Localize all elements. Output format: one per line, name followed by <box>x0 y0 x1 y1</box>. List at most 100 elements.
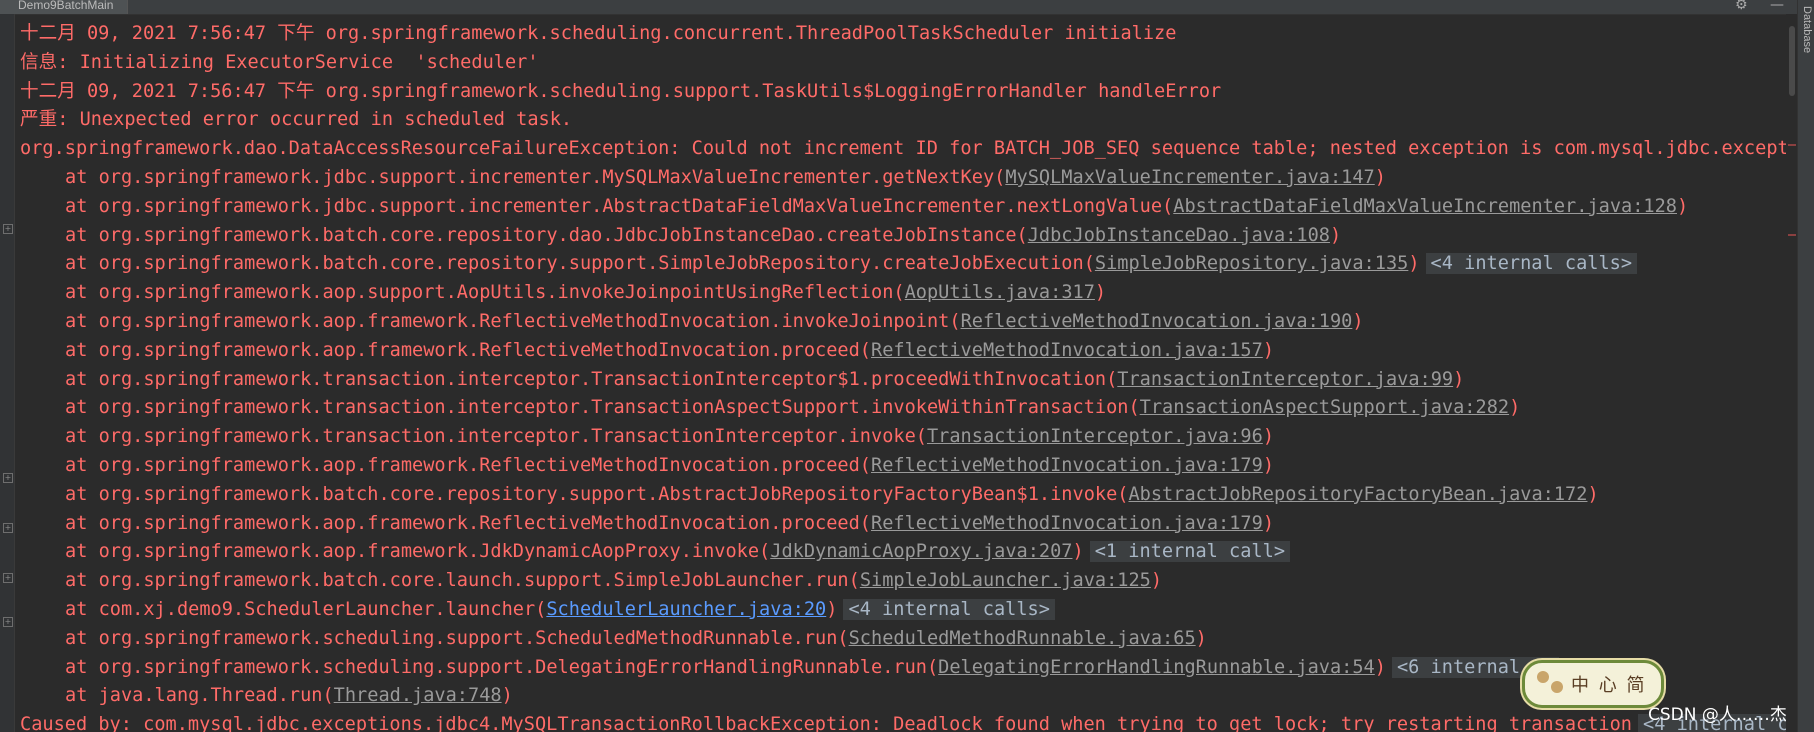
frame-suffix: ) <box>1453 368 1465 390</box>
frame-suffix: ) <box>1262 512 1275 534</box>
source-file-link[interactable]: AopUtils.java:317 <box>905 282 1095 303</box>
source-file-link[interactable]: TransactionAspectSupport.java:282 <box>1140 397 1509 418</box>
toolbar-icons: ⚙ — <box>1717 0 1784 13</box>
stack-frame-line: at org.springframework.aop.framework.Ref… <box>20 510 1798 539</box>
source-file-link[interactable]: JdkDynamicAopProxy.java:207 <box>770 541 1072 562</box>
frame-method: at org.springframework.transaction.inter… <box>65 397 1140 419</box>
error-stripe-marker[interactable] <box>1788 234 1796 236</box>
sticker-dot <box>1537 671 1549 683</box>
stack-frame-line: at org.springframework.aop.framework.Ref… <box>20 337 1798 366</box>
frame-suffix: ) <box>1408 253 1420 275</box>
frame-method: at com.xj.demo9.SchedulerLauncher.launch… <box>65 598 547 620</box>
frame-suffix: ) <box>1150 570 1163 592</box>
source-file-link[interactable]: ReflectiveMethodInvocation.java:179 <box>871 455 1263 476</box>
frame-suffix: ) <box>1509 397 1521 419</box>
internal-calls-fold[interactable]: <1 internal call> <box>1089 541 1291 563</box>
frame-method: at org.springframework.aop.framework.Ref… <box>65 512 871 534</box>
frame-suffix: ) <box>826 598 838 620</box>
frame-suffix: ) <box>1352 310 1364 332</box>
frame-suffix: ) <box>1262 339 1275 361</box>
source-file-link[interactable]: TransactionInterceptor.java:99 <box>1117 369 1453 390</box>
internal-calls-fold[interactable]: <4 internal calls> <box>1425 253 1638 275</box>
scrollbar-thumb[interactable] <box>1789 26 1795 96</box>
stack-frame-line: at org.springframework.batch.core.reposi… <box>20 481 1798 510</box>
stack-frame-line: at org.springframework.aop.support.AopUt… <box>20 279 1798 308</box>
frame-suffix: ) <box>1374 656 1386 678</box>
log-text: 十二月 09, 2021 7:56:47 下午 org.springframew… <box>20 80 1222 102</box>
log-text: 严重: Unexpected error occurred in schedul… <box>20 109 573 131</box>
stack-frame-line: at org.springframework.scheduling.suppor… <box>20 625 1798 654</box>
frame-suffix: ) <box>501 685 513 707</box>
frame-method: at org.springframework.batch.core.reposi… <box>65 224 1028 246</box>
source-file-link[interactable]: ReflectiveMethodInvocation.java:157 <box>871 340 1263 361</box>
stack-frame-line: at org.springframework.jdbc.support.incr… <box>20 164 1798 193</box>
frame-method: at org.springframework.batch.core.launch… <box>65 570 860 592</box>
log-line: 严重: Unexpected error occurred in schedul… <box>20 106 1798 135</box>
source-file-link[interactable]: MySQLMaxValueIncrementer.java:147 <box>1005 167 1374 188</box>
source-file-link[interactable]: Thread.java:748 <box>334 685 502 706</box>
frame-method: at org.springframework.transaction.inter… <box>65 426 927 448</box>
database-side-panel[interactable]: Database <box>1797 0 1814 732</box>
frame-suffix: ) <box>1072 541 1084 563</box>
log-line: 信息: Initializing ExecutorService 'schedu… <box>20 49 1798 78</box>
stack-frame-line: at com.xj.demo9.SchedulerLauncher.launch… <box>20 596 1798 625</box>
frame-method: at org.springframework.aop.support.AopUt… <box>65 282 905 304</box>
stack-frame-line: at org.springframework.transaction.inter… <box>20 394 1798 423</box>
stack-frame-line: at org.springframework.batch.core.reposi… <box>20 250 1798 279</box>
sticker-dot <box>1551 681 1563 693</box>
frame-suffix: ) <box>1195 627 1207 649</box>
error-stripe-marker[interactable] <box>1788 144 1796 146</box>
source-file-link[interactable]: DelegatingErrorHandlingRunnable.java:54 <box>938 657 1375 678</box>
frame-method: at org.springframework.jdbc.support.incr… <box>65 195 1174 217</box>
log-line: 十二月 09, 2021 7:56:47 下午 org.springframew… <box>20 78 1798 107</box>
run-tab[interactable]: Demo9BatchMain <box>0 0 129 14</box>
source-file-link[interactable]: AbstractJobRepositoryFactoryBean.java:17… <box>1128 484 1587 505</box>
source-file-link[interactable]: ScheduledMethodRunnable.java:65 <box>849 628 1196 649</box>
fold-expand-icon[interactable]: + <box>3 573 13 583</box>
stack-frame-line: at org.springframework.transaction.inter… <box>20 423 1798 452</box>
source-file-link[interactable]: SchedulerLauncher.java:20 <box>546 599 826 620</box>
fold-expand-icon[interactable]: + <box>3 473 13 483</box>
frame-method: at org.springframework.transaction.inter… <box>65 368 1118 390</box>
fold-expand-icon[interactable]: + <box>3 617 13 627</box>
frame-method: at org.springframework.aop.framework.Ref… <box>65 339 871 361</box>
log-text: 信息: Initializing ExecutorService 'schedu… <box>20 51 539 73</box>
frame-suffix: ) <box>1262 426 1275 448</box>
frame-method: at java.lang.Thread.run( <box>65 685 334 707</box>
log-line: 十二月 09, 2021 7:56:47 下午 org.springframew… <box>20 20 1798 49</box>
frame-suffix: ) <box>1094 282 1107 304</box>
frame-suffix: ) <box>1329 224 1342 246</box>
sticker-text: 中 心 简 <box>1571 675 1647 696</box>
gear-icon[interactable]: ⚙ <box>1735 0 1748 13</box>
frame-suffix: ) <box>1374 166 1386 188</box>
stack-frame-line: at org.springframework.jdbc.support.incr… <box>20 193 1798 222</box>
stack-frame-line: at org.springframework.batch.core.reposi… <box>20 222 1798 251</box>
log-text: 十二月 09, 2021 7:56:47 下午 org.springframew… <box>20 23 1177 44</box>
source-file-link[interactable]: ReflectiveMethodInvocation.java:190 <box>961 311 1353 332</box>
frame-suffix: ) <box>1262 454 1275 476</box>
frame-method: at org.springframework.scheduling.suppor… <box>65 627 849 649</box>
internal-calls-fold[interactable]: <4 internal calls> <box>843 598 1055 620</box>
fold-expand-icon[interactable]: + <box>3 224 13 234</box>
fold-expand-icon[interactable]: + <box>3 523 13 533</box>
log-text: Caused by: com.mysql.jdbc.exceptions.jdb… <box>20 714 1632 732</box>
console-output[interactable]: 十二月 09, 2021 7:56:47 下午 org.springframew… <box>20 20 1798 732</box>
minimize-icon[interactable]: — <box>1770 0 1784 13</box>
frame-method: at org.springframework.aop.framework.Jdk… <box>65 541 771 563</box>
source-file-link[interactable]: AbstractDataFieldMaxValueIncrementer.jav… <box>1173 196 1677 217</box>
side-panel-label[interactable]: Database <box>1801 6 1813 53</box>
frame-method: at org.springframework.batch.core.reposi… <box>65 483 1129 505</box>
stack-frame-line: at org.springframework.aop.framework.Jdk… <box>20 538 1798 567</box>
log-text: org.springframework.dao.DataAccessResour… <box>20 138 1798 160</box>
source-file-link[interactable]: ReflectiveMethodInvocation.java:179 <box>871 513 1263 534</box>
frame-method: at org.springframework.jdbc.support.incr… <box>65 166 1006 188</box>
source-file-link[interactable]: TransactionInterceptor.java:96 <box>927 426 1263 447</box>
csdn-watermark: CSDN @人……杰 <box>1648 705 1787 725</box>
source-file-link[interactable]: JdbcJobInstanceDao.java:108 <box>1028 225 1330 246</box>
decorative-sticker: 中 心 简 <box>1522 660 1664 708</box>
source-file-link[interactable]: SimpleJobRepository.java:135 <box>1095 253 1408 274</box>
source-file-link[interactable]: SimpleJobLauncher.java:125 <box>860 570 1151 591</box>
frame-method: at org.springframework.aop.framework.Ref… <box>65 454 871 476</box>
stack-frame-line: at org.springframework.aop.framework.Ref… <box>20 308 1798 337</box>
frame-method: at org.springframework.scheduling.suppor… <box>65 656 939 678</box>
